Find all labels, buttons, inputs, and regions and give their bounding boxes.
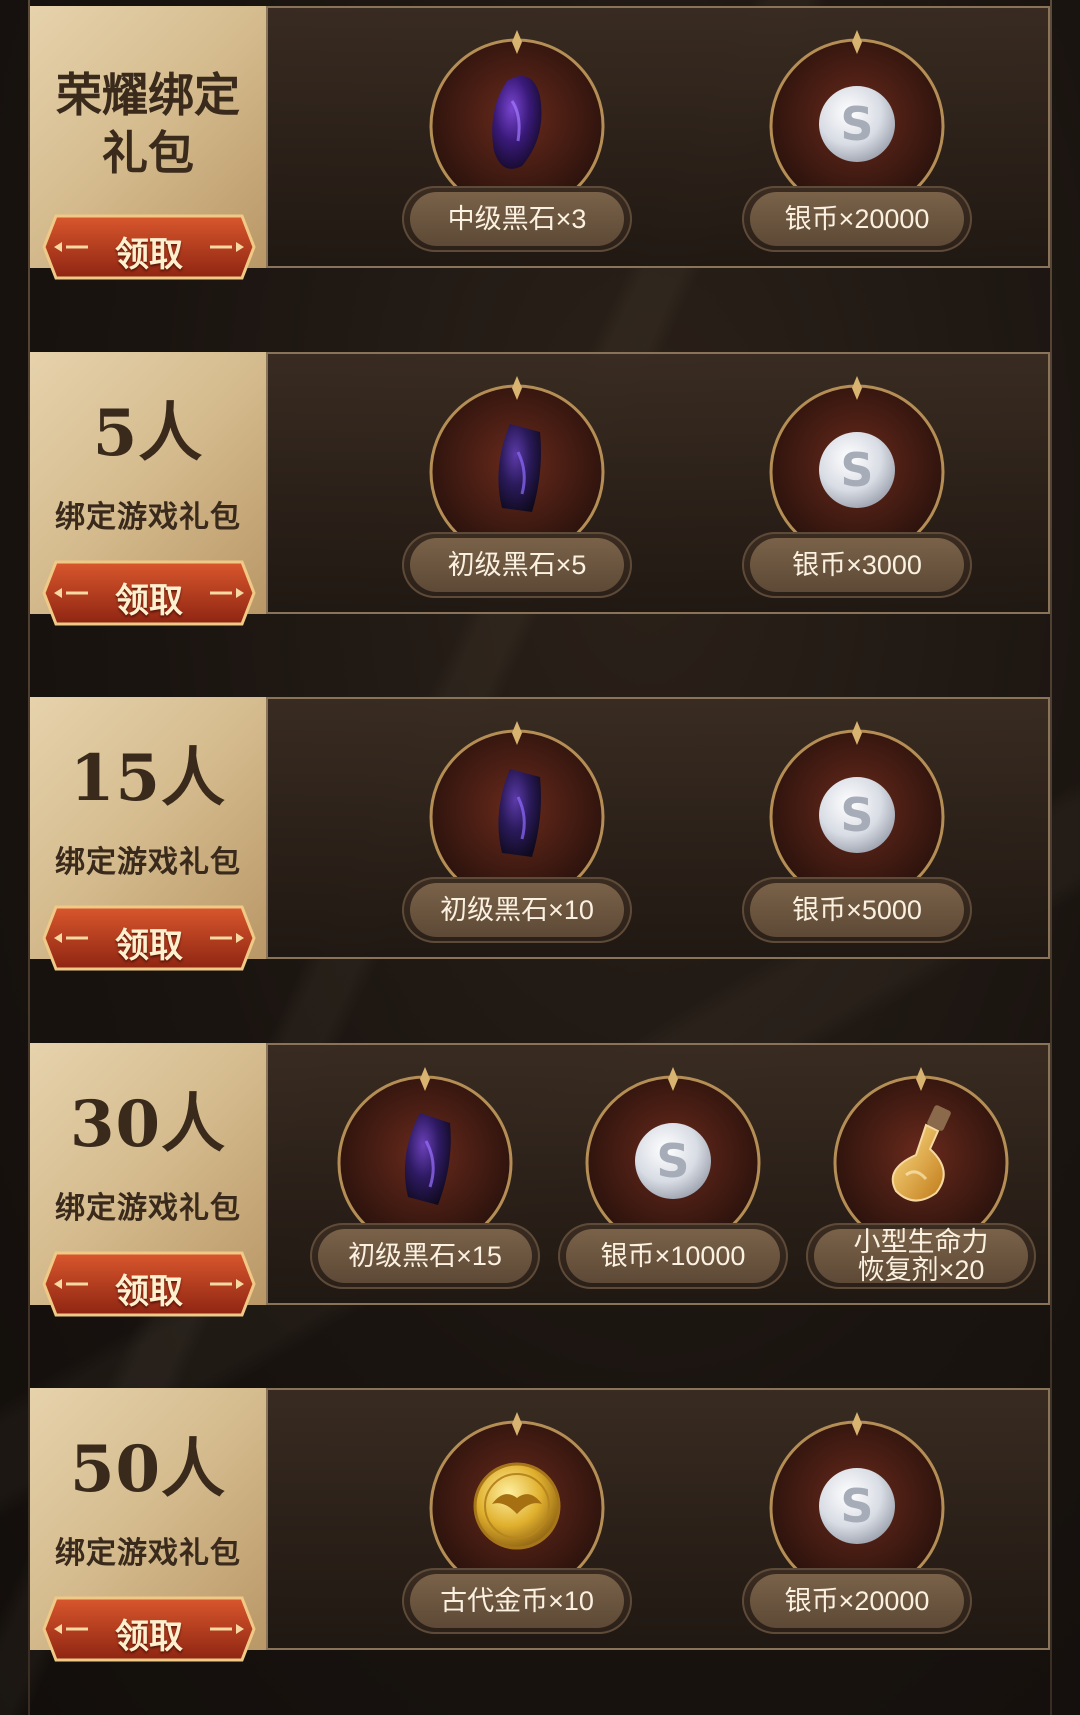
reward-label-pill: 古代金币×10: [402, 1568, 632, 1634]
pack-count: 5人: [92, 396, 204, 471]
pack-count: 15人: [69, 741, 227, 816]
pack-rewards-panel: 初级黑石×5 S 银币×3000: [266, 352, 1050, 614]
reward-item: 中级黑石×3: [402, 26, 632, 252]
claim-button[interactable]: 领取: [38, 210, 260, 284]
pack-rewards-panel: 中级黑石×3 S 银币×20000: [266, 6, 1050, 268]
pack-count: 50人: [69, 1432, 227, 1507]
reward-item: S 银币×20000: [742, 26, 972, 252]
reward-name: 银币×20000: [784, 1586, 930, 1616]
reward-label-pill: 初级黑石×15: [310, 1223, 540, 1289]
reward-item: S 银币×3000: [742, 372, 972, 598]
gift-pack-15: 初级黑石×10 S 银币×5000 15人 绑定游戏礼包 领取: [30, 697, 1050, 971]
svg-text:S: S: [656, 1134, 689, 1188]
pack-subtitle: 绑定游戏礼包: [55, 1536, 241, 1571]
reward-item: S 银币×5000: [742, 717, 972, 943]
claim-button[interactable]: 领取: [38, 901, 260, 975]
reward-name: 初级黑石×15: [348, 1241, 502, 1271]
reward-label-pill: 银币×20000: [742, 1568, 972, 1634]
reward-label-pill: 银币×3000: [742, 532, 972, 598]
svg-text:S: S: [840, 97, 873, 151]
claim-button-label: 领取: [115, 235, 183, 275]
reward-item: 小型生命力恢复剂×20: [806, 1063, 1036, 1289]
reward-name: 古代金币×10: [440, 1586, 594, 1616]
reward-name: 银币×20000: [784, 204, 930, 234]
gift-pack-50: 古代金币×10 S 银币×20000 50人 绑定游戏礼包 领取: [30, 1388, 1050, 1662]
reward-label-pill: 小型生命力恢复剂×20: [806, 1223, 1036, 1289]
pack-rewards-panel: 初级黑石×15 S 银币×10000 小型生命力恢复剂×20: [266, 1043, 1050, 1305]
pack-count: 30人: [69, 1087, 227, 1162]
reward-label-pill: 初级黑石×5: [402, 532, 632, 598]
pack-rewards-panel: 初级黑石×10 S 银币×5000: [266, 697, 1050, 959]
frame-right-border: [1050, 0, 1052, 1715]
reward-name: 初级黑石×10: [440, 895, 594, 925]
reward-item: 初级黑石×15: [310, 1063, 540, 1289]
gift-pack-30: 初级黑石×15 S 银币×10000 小型生命力恢复剂×20 30人 绑定游戏礼…: [30, 1043, 1050, 1317]
pack-rewards-panel: 古代金币×10 S 银币×20000: [266, 1388, 1050, 1650]
reward-label-pill: 银币×20000: [742, 186, 972, 252]
reward-label-pill: 初级黑石×10: [402, 877, 632, 943]
reward-name: 银币×3000: [792, 550, 922, 580]
svg-text:S: S: [840, 1479, 873, 1533]
gift-pack-5: 初级黑石×5 S 银币×3000 5人 绑定游戏礼包 领取: [30, 352, 1050, 626]
reward-label-pill: 银币×5000: [742, 877, 972, 943]
reward-item: 初级黑石×5: [402, 372, 632, 598]
reward-name: 初级黑石×5: [447, 550, 587, 580]
reward-name: 银币×5000: [792, 895, 922, 925]
reward-name: 中级黑石×3: [447, 204, 587, 234]
reward-item: 古代金币×10: [402, 1408, 632, 1634]
claim-button-label: 领取: [115, 1272, 183, 1312]
pack-subtitle: 绑定游戏礼包: [55, 1191, 241, 1226]
reward-name: 小型生命力恢复剂×20: [853, 1227, 989, 1285]
reward-item: 初级黑石×10: [402, 717, 632, 943]
reward-item: S 银币×20000: [742, 1408, 972, 1634]
pack-title: 荣耀绑定礼包: [56, 68, 240, 180]
gift-pack-glory: 中级黑石×3 S 银币×20000 荣耀绑定礼包 领取: [30, 6, 1050, 280]
reward-name: 银币×10000: [600, 1241, 746, 1271]
claim-button-label: 领取: [115, 926, 183, 966]
svg-text:S: S: [840, 788, 873, 842]
svg-text:S: S: [840, 443, 873, 497]
claim-button[interactable]: 领取: [38, 1592, 260, 1666]
claim-button-label: 领取: [115, 581, 183, 621]
reward-label-pill: 中级黑石×3: [402, 186, 632, 252]
reward-item: S 银币×10000: [558, 1063, 788, 1289]
claim-button[interactable]: 领取: [38, 556, 260, 630]
claim-button-label: 领取: [115, 1617, 183, 1657]
claim-button[interactable]: 领取: [38, 1247, 260, 1321]
pack-subtitle: 绑定游戏礼包: [55, 845, 241, 880]
reward-label-pill: 银币×10000: [558, 1223, 788, 1289]
pack-subtitle: 绑定游戏礼包: [55, 500, 241, 535]
